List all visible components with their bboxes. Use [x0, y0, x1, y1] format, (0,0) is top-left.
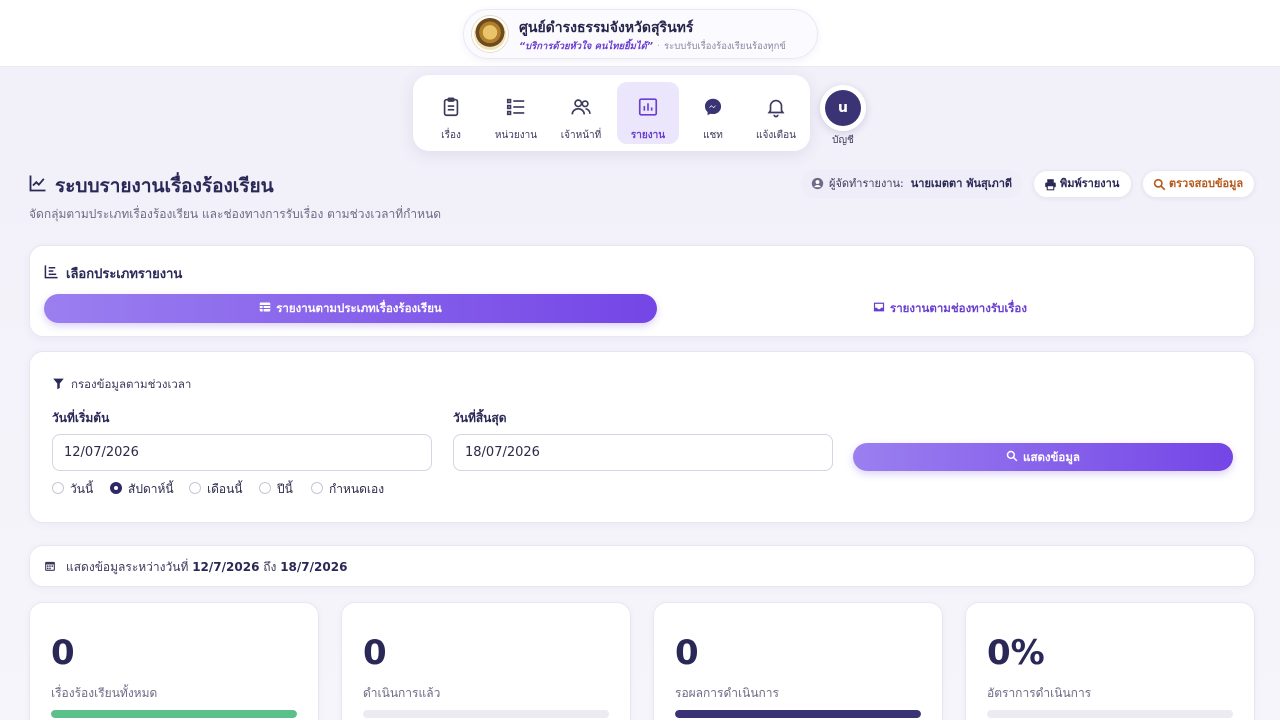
- nav-label: แจ้งเตือน: [756, 130, 796, 141]
- radio-dot: [52, 482, 64, 494]
- page-subtitle: จัดกลุ่มตามประเภทเรื่องร้องเรียน และช่อง…: [29, 207, 442, 221]
- stat-card-pending: 0 รอผลการดำเนินการ: [653, 602, 943, 720]
- account-avatar-button[interactable]: u: [820, 85, 866, 131]
- stat-progress-fill: [675, 710, 921, 718]
- stat-value: 0: [675, 633, 699, 673]
- filter-title: กรองข้อมูลตามช่วงเวลา: [71, 377, 192, 391]
- printer-icon: [1045, 179, 1056, 191]
- stat-progress-bar: [51, 710, 297, 718]
- bell-icon: [767, 99, 785, 118]
- org-name: ศูนย์ดำรงธรรมจังหวัดสุรินทร์: [519, 20, 694, 36]
- nav-item-notifications[interactable]: แจ้งเตือน: [745, 82, 807, 144]
- range-end: 18/7/2026: [280, 560, 348, 574]
- stat-card-total: 0 เรื่องร้องเรียนทั้งหมด: [29, 602, 319, 720]
- nav-label: หน่วยงาน: [494, 130, 538, 141]
- seal-logo-icon: [472, 16, 508, 52]
- radio-label: เดือนนี้: [207, 482, 243, 496]
- radio-label: กำหนดเอง: [329, 482, 385, 496]
- range-middle: ถึง: [263, 560, 277, 574]
- page-title: ระบบรายงานเรื่องร้องเรียน: [55, 175, 274, 197]
- stat-label: รอผลการดำเนินการ: [675, 686, 779, 700]
- stat-progress-fill: [51, 710, 297, 718]
- stat-card-completed: 0 ดำเนินการแล้ว: [341, 602, 631, 720]
- stat-label: เรื่องร้องเรียนทั้งหมด: [51, 686, 158, 700]
- radio-dot: [259, 482, 271, 494]
- date-filter-card: กรองข้อมูลตามช่วงเวลา วันที่เริ่มต้น วัน…: [29, 351, 1255, 523]
- brand-subtitle: “บริการด้วยหัวใจ คนไทยยิ้มได้” · ระบบรับเร…: [519, 39, 786, 54]
- search-icon: [1006, 450, 1018, 462]
- avatar: u: [825, 90, 861, 126]
- list-icon: [506, 98, 525, 116]
- stat-label: อัตราการดำเนินการ: [987, 686, 1092, 700]
- range-start: 12/7/2026: [192, 560, 260, 574]
- nav-item-agencies[interactable]: หน่วยงาน: [485, 82, 547, 144]
- stat-value: 0: [51, 633, 75, 673]
- stat-value: 0: [363, 633, 387, 673]
- report-type-title: เลือกประเภทรายงาน: [66, 267, 183, 282]
- radio-dot: [189, 482, 201, 494]
- tab-report-by-type-label: รายงานตามประเภทเรื่องร้องเรียน: [276, 301, 442, 315]
- main-nav: เรื่อง หน่วยงาน เจ้าหน้าที่ รายงาน แชท แ…: [413, 75, 810, 151]
- nav-item-reports[interactable]: รายงาน: [617, 82, 679, 144]
- nav-item-chat[interactable]: แชท: [682, 82, 744, 144]
- nav-item-staff[interactable]: เจ้าหน้าที่: [550, 82, 612, 144]
- inbox-icon: [873, 302, 885, 312]
- end-date-label: วันที่สิ้นสุด: [453, 411, 507, 425]
- reporter-name: นายเมตตา พันสุเภาดี: [910, 177, 1013, 190]
- stat-progress-bar: [987, 710, 1233, 718]
- user-circle-icon: [811, 177, 824, 190]
- reporter-badge: ผู้จัดทำรายงาน: นายเมตตา พันสุเภาดี: [801, 170, 1023, 198]
- date-range-text: แสดงข้อมูลระหว่างวันที่ 12/7/2026 ถึง 18…: [66, 558, 347, 577]
- radio-label: ปีนี้: [277, 482, 293, 496]
- bar-chart-icon: [638, 98, 658, 116]
- tab-report-by-channel-label: รายงานตามช่องทางรับเรื่อง: [890, 301, 1027, 315]
- list-chart-icon: [44, 265, 58, 279]
- start-date-input[interactable]: [52, 434, 432, 471]
- radio-dot: [311, 482, 323, 494]
- check-data-label: ตรวจสอบข้อมูล: [1169, 177, 1244, 190]
- brand-badge[interactable]: ศูนย์ดำรงธรรมจังหวัดสุรินทร์ “บริการด้วย…: [463, 9, 818, 59]
- messenger-icon: [704, 98, 722, 116]
- users-icon: [571, 99, 591, 115]
- calendar-icon: [45, 561, 55, 571]
- show-data-button[interactable]: แสดงข้อมูล: [853, 443, 1233, 471]
- stat-card-rate: 0% อัตราการดำเนินการ: [965, 602, 1255, 720]
- end-date-input[interactable]: [453, 434, 833, 471]
- radio-label: สัปดาห์นี้: [128, 482, 174, 496]
- nav-label: แชท: [703, 130, 723, 141]
- stat-progress-bar: [675, 710, 921, 718]
- tab-report-by-type[interactable]: รายงานตามประเภทเรื่องร้องเรียน: [44, 294, 657, 323]
- range-prefix: แสดงข้อมูลระหว่างวันที่: [66, 560, 189, 574]
- table-icon: [259, 302, 271, 312]
- nav-label: เจ้าหน้าที่: [560, 130, 602, 141]
- check-data-button[interactable]: ตรวจสอบข้อมูล: [1142, 170, 1255, 198]
- slogan: “บริการด้วยหัวใจ คนไทยยิ้มได้”: [519, 41, 653, 52]
- clipboard-icon: [443, 97, 459, 117]
- print-report-label: พิมพ์รายงาน: [1060, 177, 1120, 190]
- stat-progress-bar: [363, 710, 609, 718]
- system-name: ระบบรับเรื่องร้องเรียนร้องทุกข์: [664, 41, 786, 52]
- stat-label: ดำเนินการแล้ว: [363, 686, 441, 700]
- filter-icon: [53, 378, 64, 390]
- search-icon: [1153, 178, 1166, 191]
- report-type-card: เลือกประเภทรายงาน รายงานตามประเภทเรื่องร…: [29, 245, 1255, 337]
- account-label: บัญชี: [832, 135, 854, 146]
- nav-label: รายงาน: [630, 130, 666, 141]
- radio-label: วันนี้: [70, 482, 94, 496]
- stat-value: 0%: [987, 633, 1045, 673]
- show-data-label: แสดงข้อมูล: [1023, 450, 1080, 464]
- tab-report-by-channel[interactable]: รายงานตามช่องทางรับเรื่อง: [670, 294, 1230, 323]
- radio-dot: [110, 482, 122, 494]
- top-header: ศูนย์ดำรงธรรมจังหวัดสุรินทร์ “บริการด้วย…: [0, 0, 1280, 67]
- print-report-button[interactable]: พิมพ์รายงาน: [1033, 170, 1132, 198]
- nav-item-complaints[interactable]: เรื่อง: [420, 82, 482, 144]
- separator: ·: [656, 41, 661, 52]
- line-chart-icon: [29, 175, 46, 192]
- reporter-label: ผู้จัดทำรายงาน:: [829, 177, 904, 190]
- date-range-info: แสดงข้อมูลระหว่างวันที่ 12/7/2026 ถึง 18…: [29, 545, 1255, 587]
- nav-label: เรื่อง: [441, 130, 461, 141]
- start-date-label: วันที่เริ่มต้น: [52, 411, 110, 425]
